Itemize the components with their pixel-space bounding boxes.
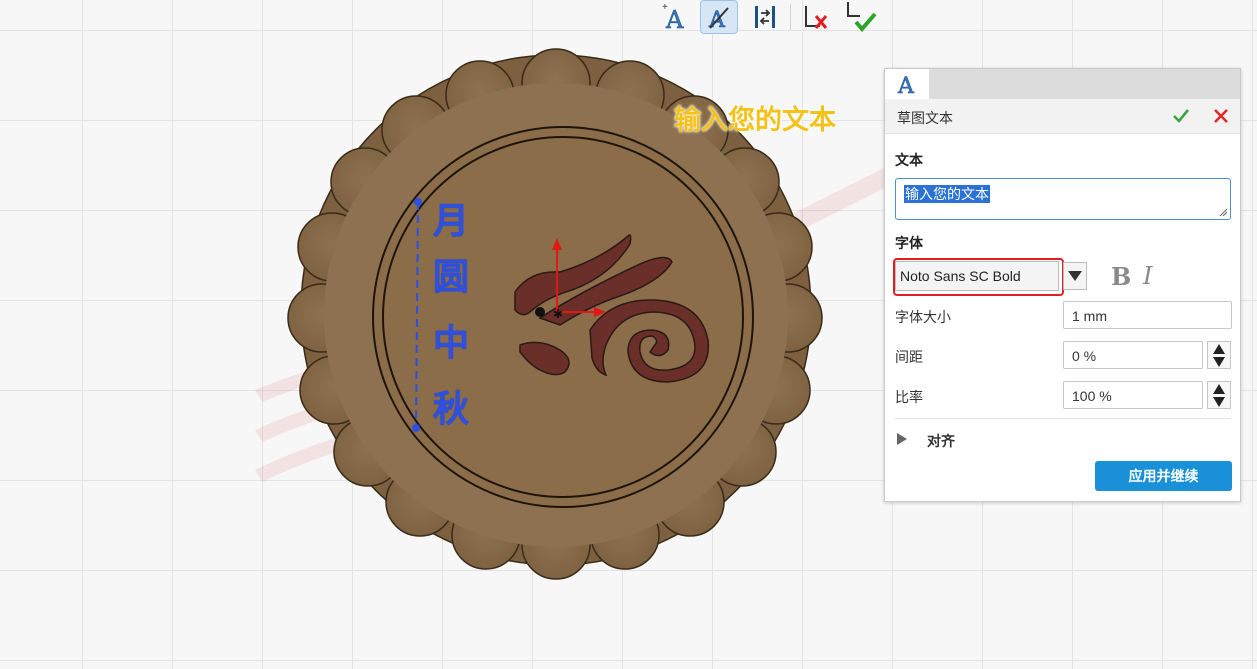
spin-up-icon[interactable]: [1212, 343, 1226, 355]
ratio-input[interactable]: 100 %: [1063, 381, 1203, 409]
align-section-toggle[interactable]: 对齐: [927, 431, 955, 451]
sketch-text-char-2[interactable]: 圆: [426, 258, 476, 298]
svg-text:A: A: [665, 6, 684, 32]
sketch-text-char-3[interactable]: 中: [426, 324, 476, 364]
font-section-label: 字体: [895, 235, 923, 251]
panel-title: 草图文本: [897, 110, 953, 126]
chevron-right-icon[interactable]: [895, 431, 909, 447]
font-size-label: 字体大小: [895, 309, 951, 325]
text-tool-icon[interactable]: A +: [658, 0, 696, 34]
spacing-input[interactable]: 0 %: [1063, 341, 1203, 369]
svg-text:+: +: [662, 2, 668, 13]
divider: [895, 418, 1231, 419]
spacing-stepper[interactable]: [1207, 341, 1231, 369]
font-select-highlight: [893, 258, 1064, 296]
sketch-text-char-4[interactable]: 秋: [426, 390, 476, 430]
italic-button[interactable]: I: [1143, 262, 1152, 290]
font-size-value: 1 mm: [1072, 308, 1107, 324]
spin-down-icon[interactable]: [1212, 356, 1226, 368]
ratio-stepper[interactable]: [1207, 381, 1231, 409]
ok-check-icon[interactable]: [1171, 106, 1191, 126]
text-preview-label: 输入您的文本: [674, 105, 836, 136]
finish-sketch-icon[interactable]: [842, 0, 880, 34]
spin-down-icon[interactable]: [1212, 396, 1226, 408]
sketch-text-panel: A 草图文本 文本 输入您的文本 字体 Noto Sans SC Bold B …: [884, 68, 1241, 502]
svg-text:✱: ✱: [553, 307, 563, 321]
text-input-value: 输入您的文本: [904, 185, 990, 203]
svg-text:A: A: [897, 74, 915, 97]
panel-tab-bar: A: [885, 69, 1240, 99]
panel-header: 草图文本: [885, 99, 1240, 134]
cancel-sketch-icon[interactable]: [796, 0, 834, 34]
sketch-toolbar: A + A: [652, 0, 892, 36]
spacing-label: 间距: [895, 349, 923, 365]
spacing-value: 0 %: [1072, 348, 1097, 364]
close-icon[interactable]: [1211, 106, 1231, 126]
chevron-down-icon[interactable]: [1063, 262, 1087, 290]
spin-up-icon[interactable]: [1212, 383, 1226, 395]
resize-grip-icon[interactable]: [1218, 207, 1228, 217]
text-input[interactable]: 输入您的文本: [895, 178, 1231, 220]
text-section-label: 文本: [895, 152, 923, 168]
ratio-label: 比率: [895, 389, 923, 405]
sketch-text-char-1[interactable]: 月: [426, 202, 476, 242]
edit-text-tool-icon[interactable]: A: [700, 0, 738, 34]
ratio-value: 100 %: [1072, 388, 1112, 404]
bold-button[interactable]: B: [1111, 262, 1131, 291]
font-size-input[interactable]: 1 mm: [1063, 301, 1232, 329]
apply-continue-button[interactable]: 应用并继续: [1095, 461, 1232, 491]
flip-tool-icon[interactable]: [746, 0, 784, 34]
text-tab-icon[interactable]: A: [885, 69, 929, 99]
